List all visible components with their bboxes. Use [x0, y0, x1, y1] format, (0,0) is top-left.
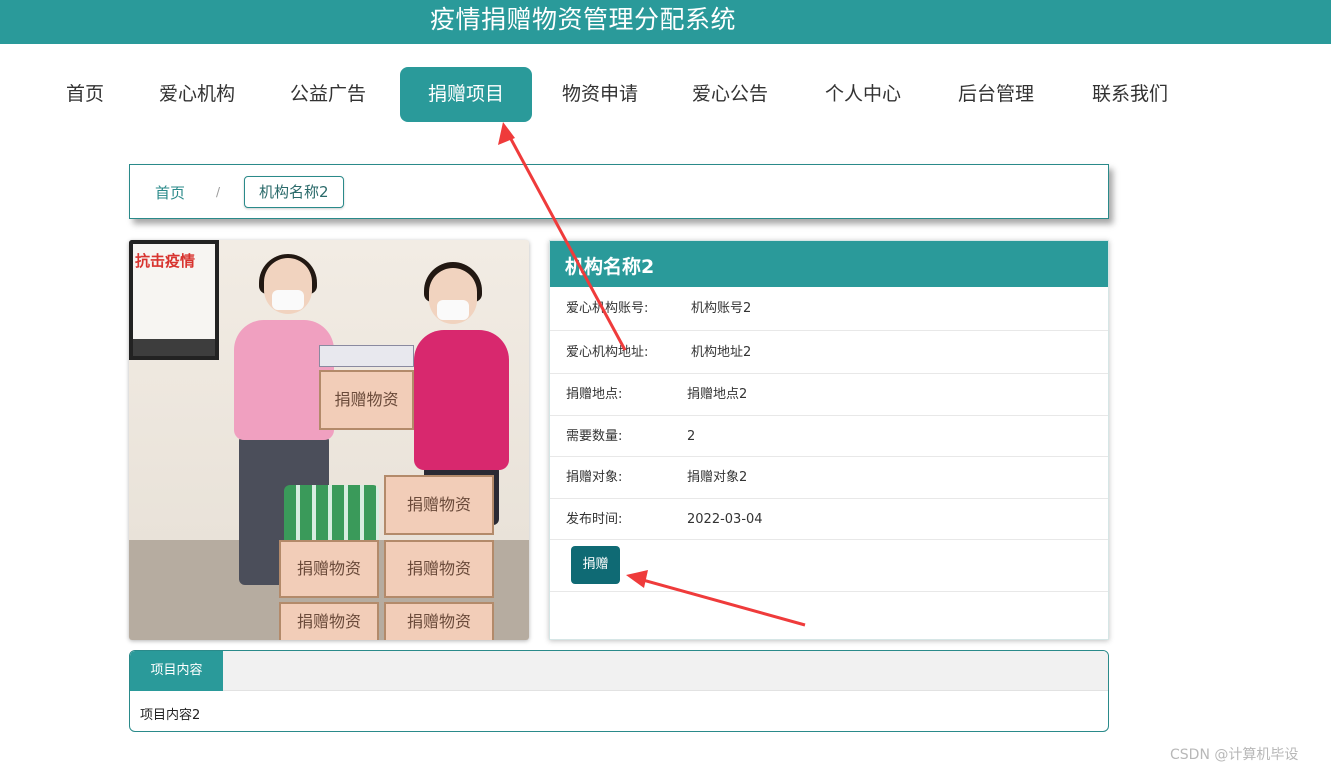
photo-box: 捐赠物资 — [384, 475, 494, 535]
breadcrumb-current[interactable]: 机构名称2 — [244, 176, 344, 208]
photo-mask-right — [437, 300, 469, 320]
breadcrumb: 首页 / 机构名称2 — [129, 164, 1109, 219]
info-value: 2 — [687, 429, 696, 444]
info-value: 2022-03-04 — [687, 512, 763, 527]
photo-mask-left — [272, 290, 304, 310]
site-title: 疫情捐赠物资管理分配系统 — [430, 5, 737, 34]
info-label: 爱心机构账号: — [566, 301, 649, 316]
info-row-account: 爱心机构账号: 机构账号2 — [550, 287, 1108, 331]
nav-item-donation-projects[interactable]: 捐赠项目 — [400, 67, 532, 122]
info-row-publish-time: 发布时间: 2022-03-04 — [550, 499, 1108, 540]
info-panel-header: 机构名称2 — [550, 241, 1108, 287]
project-info-panel: 机构名称2 爱心机构账号: 机构账号2 爱心机构地址: 机构地址2 捐赠地点: … — [549, 240, 1109, 640]
nav-item-user-center[interactable]: 个人中心 — [825, 67, 901, 122]
info-value: 机构账号2 — [691, 301, 752, 316]
photo-water-bottles — [284, 485, 379, 540]
info-row-quantity: 需要数量: 2 — [550, 416, 1108, 457]
info-label: 捐赠对象: — [566, 470, 623, 485]
tab-project-content[interactable]: 项目内容 — [130, 651, 223, 691]
breadcrumb-separator: / — [216, 185, 221, 199]
photo-box: 捐赠物资 — [384, 602, 494, 640]
photo-box: 捐赠物资 — [384, 540, 494, 598]
info-label: 爱心机构地址: — [566, 345, 649, 360]
top-header-bar: 疫情捐赠物资管理分配系统 — [0, 0, 1331, 44]
nav-item-home[interactable]: 首页 — [66, 67, 104, 122]
photo-screen-display: 抗击疫情 — [133, 244, 215, 339]
nav-item-public-ads[interactable]: 公益广告 — [290, 67, 366, 122]
info-value: 机构地址2 — [691, 345, 752, 360]
info-row-address: 爱心机构地址: 机构地址2 — [550, 331, 1108, 374]
photo-screen: 抗击疫情 — [129, 240, 219, 360]
info-value: 捐赠地点2 — [687, 387, 748, 402]
info-row-actions — [550, 540, 1108, 592]
photo-box: 捐赠物资 — [319, 370, 414, 430]
info-row-location: 捐赠地点: 捐赠地点2 — [550, 374, 1108, 416]
main-nav: 首页 爱心机构 公益广告 捐赠项目 物资申请 爱心公告 个人中心 后台管理 联系… — [0, 67, 1331, 122]
content-tab-bar: 项目内容 — [130, 651, 1108, 691]
info-label: 捐赠地点: — [566, 387, 623, 402]
project-photo: 抗击疫情 捐赠物资 捐赠物资 捐赠物资 捐赠物资 捐赠物资 捐赠物资 — [129, 240, 529, 640]
project-content-panel: 项目内容 项目内容2 — [129, 650, 1109, 732]
breadcrumb-home-link[interactable]: 首页 — [155, 182, 185, 203]
watermark: CSDN @计算机毕设 — [1170, 747, 1299, 763]
info-value: 捐赠对象2 — [687, 470, 748, 485]
photo-banner-text: 抗击疫情 — [135, 252, 196, 270]
donate-button[interactable]: 捐赠 — [571, 546, 620, 584]
project-content-text: 项目内容2 — [140, 708, 201, 723]
nav-item-charity-orgs[interactable]: 爱心机构 — [159, 67, 235, 122]
nav-item-supply-requests[interactable]: 物资申请 — [562, 67, 638, 122]
photo-person-right — [414, 330, 509, 470]
photo-box: 捐赠物资 — [279, 540, 379, 598]
info-row-recipient: 捐赠对象: 捐赠对象2 — [550, 457, 1108, 499]
photo-mask-package — [319, 345, 414, 367]
nav-item-contact[interactable]: 联系我们 — [1092, 67, 1168, 122]
info-label: 需要数量: — [566, 429, 623, 444]
photo-box: 捐赠物资 — [279, 602, 379, 640]
nav-item-admin[interactable]: 后台管理 — [958, 67, 1034, 122]
nav-item-charity-notices[interactable]: 爱心公告 — [692, 67, 768, 122]
info-panel-title: 机构名称2 — [565, 256, 655, 278]
info-label: 发布时间: — [566, 512, 623, 527]
